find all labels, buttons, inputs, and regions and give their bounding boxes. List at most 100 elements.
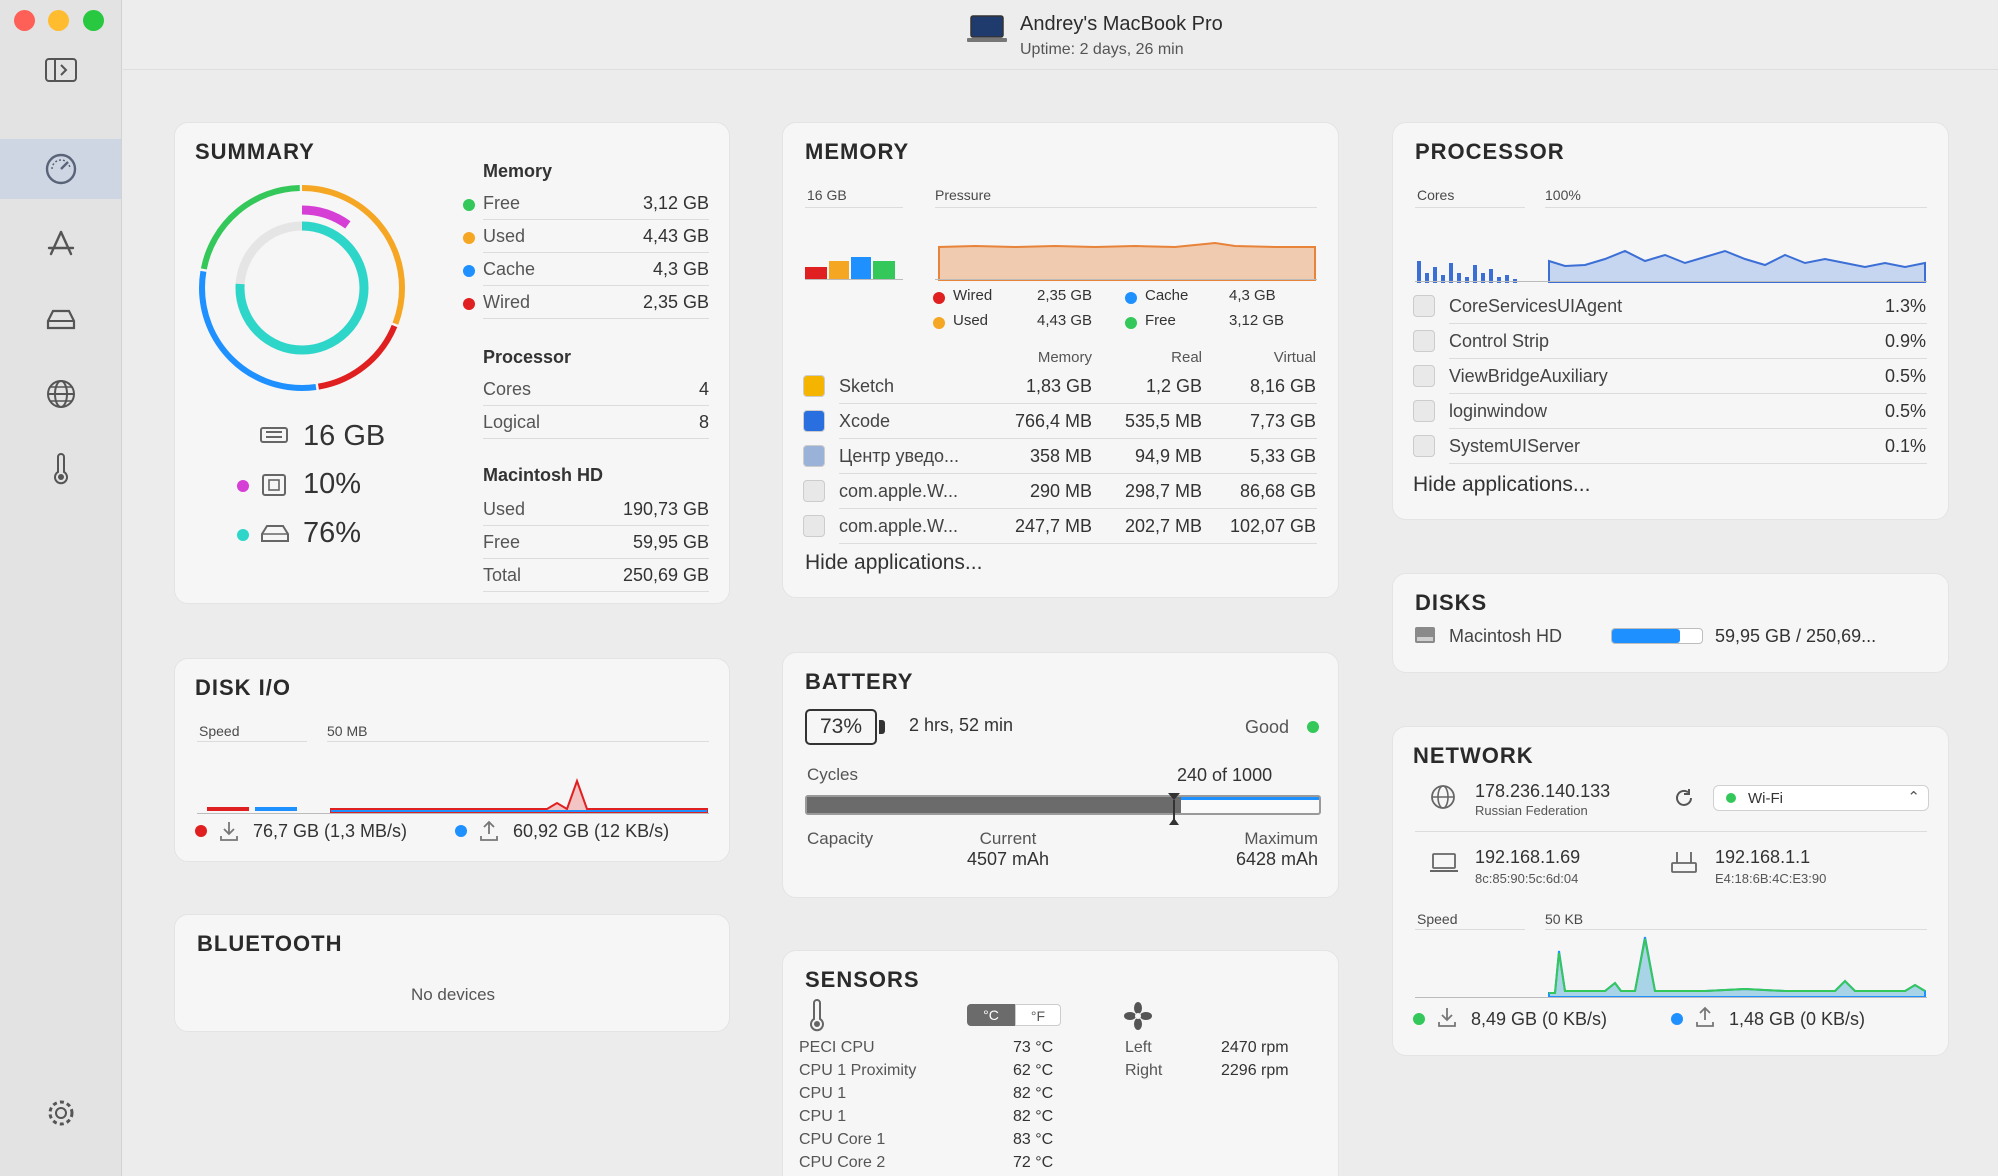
memory-legend-label: Free <box>1145 312 1176 329</box>
memory-legend-value: 4,43 GB <box>1037 312 1093 329</box>
memory-app-virtual: 8,16 GB <box>1249 376 1316 396</box>
globe-icon <box>46 380 75 408</box>
memory-legend-label: Used <box>953 312 989 329</box>
cpu-icon <box>262 474 286 496</box>
memory-hide-applications-link[interactable]: Hide applications... <box>805 551 982 575</box>
battery-title: BATTERY <box>805 669 914 694</box>
battery-current-value: 4507 mAh <box>966 849 1050 869</box>
summary-memory-header: Memory <box>483 161 553 181</box>
public-ip: 178.236.140.133 <box>1475 781 1611 801</box>
memory-app-real: 202,7 MB <box>1124 516 1202 536</box>
disk-dot <box>237 529 249 541</box>
network-scale-label: 50 KB <box>1545 911 1584 927</box>
temperature-label: CPU Core 1 <box>799 1131 886 1148</box>
ram-icon <box>260 427 288 443</box>
toggle-sidebar-button[interactable] <box>0 40 121 100</box>
fahrenheit-toggle[interactable]: °F <box>1015 1004 1061 1026</box>
read-dot <box>195 825 207 837</box>
summary-row-value: 8 <box>698 412 709 432</box>
network-title: NETWORK <box>1413 743 1534 768</box>
free-bar <box>873 261 895 279</box>
processor-hide-applications-link[interactable]: Hide applications... <box>1413 473 1590 497</box>
battery-health: Good <box>1245 717 1290 737</box>
disk-write-bar <box>255 807 297 811</box>
temperature-value: 62 °C <box>1013 1062 1054 1079</box>
memory-pressure-graph <box>938 241 1316 281</box>
fan-value: 2470 rpm <box>1221 1039 1289 1056</box>
network-upload-icon <box>1696 1006 1714 1027</box>
process-icon <box>1413 295 1435 317</box>
memory-usage-bars <box>805 253 897 279</box>
app-store-icon <box>47 230 74 256</box>
fan-label: Left <box>1125 1039 1152 1056</box>
summary-disk-header: Macintosh HD <box>483 465 604 485</box>
memory-legend-dot <box>1125 317 1137 329</box>
summary-card: SUMMARY 16 GB 10% 76% Memory Free 3,12 GB… <box>174 122 730 604</box>
machine-name: Andrey's MacBook Pro <box>1020 13 1223 35</box>
temperature-icon <box>810 999 824 1032</box>
sidebar-item-sensors[interactable] <box>0 439 121 499</box>
drive-icon <box>46 309 75 330</box>
temperature-value: 73 °C <box>1013 1039 1054 1056</box>
processor-app-name: ViewBridgeAuxiliary <box>1449 366 1608 386</box>
minimize-window-button[interactable] <box>48 10 69 31</box>
processor-app-usage: 0.1% <box>1884 436 1926 456</box>
processor-cores-label: Cores <box>1417 187 1455 203</box>
legend-dot <box>463 199 475 211</box>
cpu-arc <box>219 205 385 371</box>
thermometer-icon <box>53 453 68 485</box>
disk-io-title: DISK I/O <box>195 675 292 700</box>
memory-legend-value: 2,35 GB <box>1037 287 1093 304</box>
local-mac: 8c:85:90:5c:6d:04 <box>1475 871 1579 886</box>
sidebar-item-settings[interactable] <box>0 1083 121 1143</box>
memory-legend-label: Wired <box>953 287 993 304</box>
sidebar-item-dashboard[interactable] <box>0 139 121 199</box>
network-download-icon <box>1438 1008 1456 1027</box>
cpu-percent: 10% <box>303 468 362 500</box>
battery-marker-icon <box>1168 793 1180 825</box>
processor-app-usage: 0.5% <box>1884 401 1926 421</box>
sidebar-item-applications[interactable] <box>0 214 121 274</box>
laptop-icon <box>967 15 1007 42</box>
interface-select[interactable]: Wi-Fi ⌃ <box>1713 785 1929 811</box>
disk-io-scale-label: 50 MB <box>327 723 368 739</box>
battery-current-fill <box>807 797 1181 813</box>
processor-load-graph <box>1548 249 1926 283</box>
battery-maximum-value: 6428 mAh <box>1235 849 1318 869</box>
memory-legend-dot <box>1125 292 1137 304</box>
process-icon <box>1413 365 1435 387</box>
disks-card: DISKS Macintosh HD 59,95 GB / 250,69... <box>1392 573 1949 673</box>
memory-app-virtual: 5,33 GB <box>1249 446 1316 466</box>
processor-app-usage: 0.5% <box>1884 366 1926 386</box>
memory-app-memory: 1,83 GB <box>1025 376 1092 396</box>
disk-usage-fill <box>1612 629 1681 643</box>
sidebar-item-network[interactable] <box>0 364 121 424</box>
disk-io-graph <box>330 778 708 813</box>
refresh-icon[interactable] <box>1673 787 1695 809</box>
zoom-window-button[interactable] <box>83 10 104 31</box>
process-icon <box>1413 330 1435 352</box>
close-window-button[interactable] <box>14 10 35 31</box>
used-bar <box>829 261 849 279</box>
hard-drive-icon <box>1415 627 1435 643</box>
summary-row-label: Used <box>483 499 526 519</box>
summary-row-value: 4 <box>698 379 709 399</box>
fan-value: 2296 rpm <box>1221 1062 1289 1079</box>
xcode-icon <box>803 410 825 432</box>
memory-app-real: 1,2 GB <box>1145 376 1202 396</box>
celsius-toggle[interactable]: °C <box>967 1004 1015 1026</box>
disk-usage-text: 59,95 GB / 250,69... <box>1715 626 1877 646</box>
process-icon <box>1413 435 1435 457</box>
memory-legend-dot <box>933 317 945 329</box>
network-traffic-graph <box>1548 936 1926 997</box>
memory-legend-value: 3,12 GB <box>1229 312 1285 329</box>
sidebar-toggle-icon <box>44 58 77 82</box>
local-ip: 192.168.1.69 <box>1475 847 1581 867</box>
legend-dot <box>463 298 475 310</box>
sidebar-item-disks[interactable] <box>0 289 121 349</box>
process-icon <box>1413 400 1435 422</box>
battery-health-dot <box>1307 721 1319 733</box>
sidebar <box>0 0 122 1176</box>
processor-card: PROCESSOR Cores 100% CoreServicesUIAgent… <box>1392 122 1949 520</box>
network-card: NETWORK 178.236.140.133 Russian Federati… <box>1392 726 1949 1056</box>
